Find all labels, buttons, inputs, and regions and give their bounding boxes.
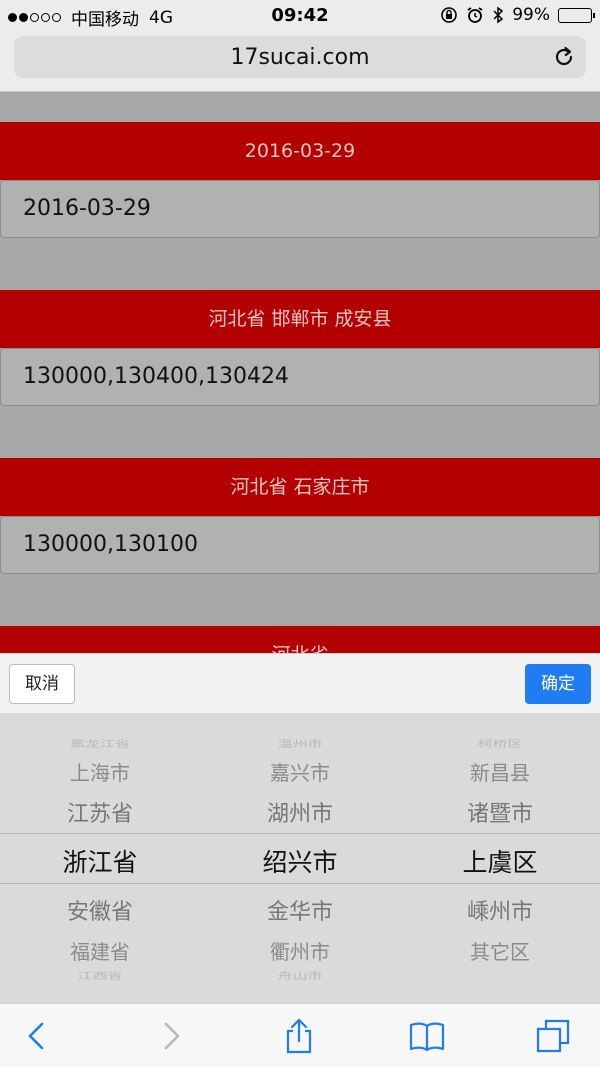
picker-option[interactable]: 黑龙江省 [0,737,200,750]
tabs-icon[interactable] [535,1018,571,1054]
date-block: 2016-03-29 2016-03-29 [0,122,600,238]
picker-option[interactable]: 安徽省 [0,894,200,926]
confirm-button[interactable]: 确定 [525,664,591,704]
region-header-county: 河北省 邯郸市 成安县 [0,290,600,348]
picker-option[interactable]: 舟山市 [200,969,400,982]
picker-option[interactable]: 嵊州市 [400,894,600,926]
status-bar: 中国移动 4G 09:42 99% [0,0,600,32]
browser-address-bar: 17sucai.com [0,32,600,92]
picker-option[interactable]: 江苏省 [0,796,200,828]
picker-option[interactable]: 其它区 [400,936,600,965]
region-block-county: 河北省 邯郸市 成安县 130000,130400,130424 [0,290,600,406]
region-picker-wheel[interactable]: 黑龙江省 上海市 江苏省 浙江省 安徽省 福建省 江西省 温州市 嘉兴市 湖州市… [0,713,600,1003]
url-field[interactable]: 17sucai.com [14,36,586,78]
battery-icon [558,7,595,23]
chevron-left-icon[interactable] [20,1018,56,1054]
picker-option[interactable]: 上海市 [0,757,200,786]
region-block-city: 河北省 石家庄市 130000,130100 [0,458,600,574]
province-column[interactable]: 黑龙江省 上海市 江苏省 浙江省 安徽省 福建省 江西省 [0,713,200,1003]
reload-icon[interactable] [552,45,576,69]
picker-option-selected[interactable]: 浙江省 [0,843,200,879]
orientation-lock-icon [441,7,458,23]
chevron-right-icon[interactable] [152,1018,188,1054]
region-input-county[interactable]: 130000,130400,130424 [0,348,600,406]
region-header-city: 河北省 石家庄市 [0,458,600,516]
picker-option-selected[interactable]: 绍兴市 [200,843,400,879]
cancel-button[interactable]: 取消 [9,664,75,704]
district-column[interactable]: 柯桥区 新昌县 诸暨市 上虞区 嵊州市 其它区 [400,713,600,1003]
picker-option[interactable]: 嘉兴市 [200,757,400,786]
picker-option[interactable]: 福建省 [0,936,200,965]
region-block-province: 河北省 [0,626,600,653]
picker-option-selected[interactable]: 上虞区 [400,843,600,879]
picker-action-bar: 取消 确定 [0,653,600,713]
alarm-icon [467,7,483,23]
city-column[interactable]: 温州市 嘉兴市 湖州市 绍兴市 金华市 衢州市 舟山市 [200,713,400,1003]
picker-option[interactable]: 衢州市 [200,936,400,965]
picker-option[interactable]: 新昌县 [400,757,600,786]
bluetooth-icon [493,6,504,24]
book-icon[interactable] [409,1018,445,1054]
picker-option[interactable]: 湖州市 [200,796,400,828]
region-input-city[interactable]: 130000,130100 [0,516,600,574]
date-input[interactable]: 2016-03-29 [0,180,600,238]
battery-percent: 99% [512,5,550,25]
region-header-province: 河北省 [0,626,600,653]
picker-option[interactable]: 柯桥区 [400,737,600,750]
picker-option[interactable]: 诸暨市 [400,796,600,828]
share-icon[interactable] [281,1018,317,1054]
browser-toolbar [0,1003,600,1067]
picker-option[interactable]: 江西省 [0,969,200,982]
date-header: 2016-03-29 [0,122,600,180]
url-text: 17sucai.com [230,45,370,70]
picker-option[interactable]: 温州市 [200,737,400,750]
picker-option[interactable]: 金华市 [200,894,400,926]
